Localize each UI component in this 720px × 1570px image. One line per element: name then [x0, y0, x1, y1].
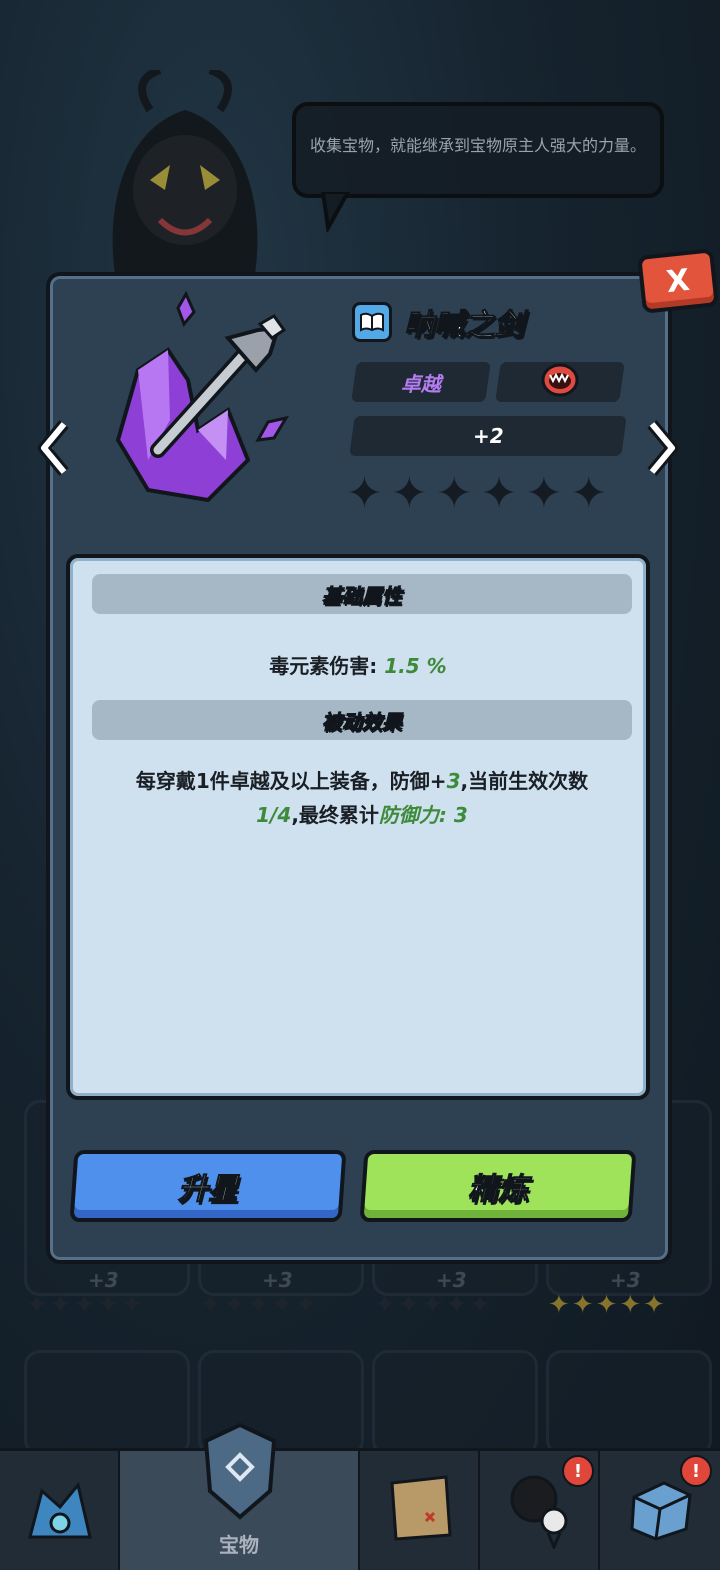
- nav-label-treasure: 宝物: [219, 1533, 259, 1557]
- star-empty-icon: ✦: [480, 468, 518, 519]
- hint-text: 收集宝物，就能继承到宝物原主人强大的力量。: [309, 136, 646, 155]
- rarity-label: 卓越: [401, 371, 441, 396]
- bottom-nav: 宝物 ! !: [0, 1422, 720, 1570]
- close-icon: X: [664, 262, 692, 300]
- nav-tab-treasure[interactable]: 宝物: [120, 1422, 360, 1570]
- treasure-item-icon: [115, 290, 290, 503]
- base-stat-line: 毒元素伤害: 1.5 %: [70, 650, 646, 679]
- notification-badge: !: [562, 1455, 594, 1487]
- item-title-row: 呐喊之剑: [352, 300, 525, 344]
- star-rating: ✦ ✦ ✦ ✦ ✦ ✦: [346, 472, 607, 516]
- nav-tab-crystal[interactable]: [0, 1451, 120, 1570]
- passive-line-2: 1/4,最终累计防御力: 3: [90, 798, 634, 832]
- passive-line1-text: 每穿戴1件卓越及以上装备，防御+: [135, 769, 447, 793]
- star-empty-icon: ✦: [525, 468, 563, 519]
- nav-tab-map[interactable]: [360, 1451, 480, 1570]
- owner-pill: [495, 362, 625, 402]
- star-empty-icon: ✦: [570, 468, 608, 519]
- attributes-panel: 基础属性 毒元素伤害: 1.5 % 被动效果 每穿戴1件卓越及以上装备，防御+3…: [66, 554, 650, 1100]
- monster-mouth-icon: [541, 363, 579, 397]
- passive-line1-suffix: ,当前生效次数: [460, 769, 589, 793]
- book-icon[interactable]: [352, 302, 392, 342]
- level-pill: +2: [349, 416, 627, 456]
- passive-line-1: 每穿戴1件卓越及以上装备，防御+3,当前生效次数: [90, 764, 634, 798]
- stat-value: 1.5 %: [384, 654, 447, 678]
- prev-arrow-icon[interactable]: [36, 418, 72, 478]
- star-empty-icon: ✦: [390, 468, 428, 519]
- close-button[interactable]: X: [637, 248, 719, 314]
- refine-label: 精炼: [468, 1172, 529, 1208]
- passive-effect-text: 每穿戴1件卓越及以上装备，防御+3,当前生效次数 1/4,最终累计防御力: 3: [90, 764, 634, 832]
- upgrade-star-button[interactable]: 升星: [69, 1150, 347, 1222]
- stat-label: 毒元素伤害:: [269, 654, 378, 678]
- nav-tab-heroes[interactable]: !: [480, 1451, 600, 1570]
- passive-line1-value: 3: [446, 769, 461, 793]
- nav-tab-shop[interactable]: !: [600, 1451, 720, 1570]
- hint-speech-bubble: 收集宝物，就能继承到宝物原主人强大的力量。: [292, 102, 664, 198]
- base-attributes-header: 基础属性: [92, 574, 632, 614]
- notification-badge: !: [680, 1455, 712, 1487]
- next-arrow-icon[interactable]: [644, 418, 680, 478]
- map-scroll-icon: [390, 1475, 452, 1541]
- crystal-crown-icon: [28, 1481, 92, 1539]
- star-empty-icon: ✦: [346, 468, 383, 519]
- rarity-pill: 卓越: [351, 362, 491, 402]
- passive-line2-text: ,最终累计: [291, 803, 379, 827]
- passive-progress: 1/4: [256, 803, 292, 827]
- item-name: 呐喊之剑: [404, 308, 525, 344]
- passive-effect-header: 被动效果: [92, 700, 632, 740]
- star-empty-icon: ✦: [435, 468, 473, 519]
- item-level: +2: [472, 424, 504, 448]
- speech-bubble-tail: [320, 192, 351, 232]
- passive-total-value: 防御力: 3: [378, 803, 468, 827]
- treasure-shield-icon: [203, 1422, 277, 1520]
- upgrade-star-label: 升星: [178, 1172, 239, 1208]
- refine-button[interactable]: 精炼: [359, 1150, 637, 1222]
